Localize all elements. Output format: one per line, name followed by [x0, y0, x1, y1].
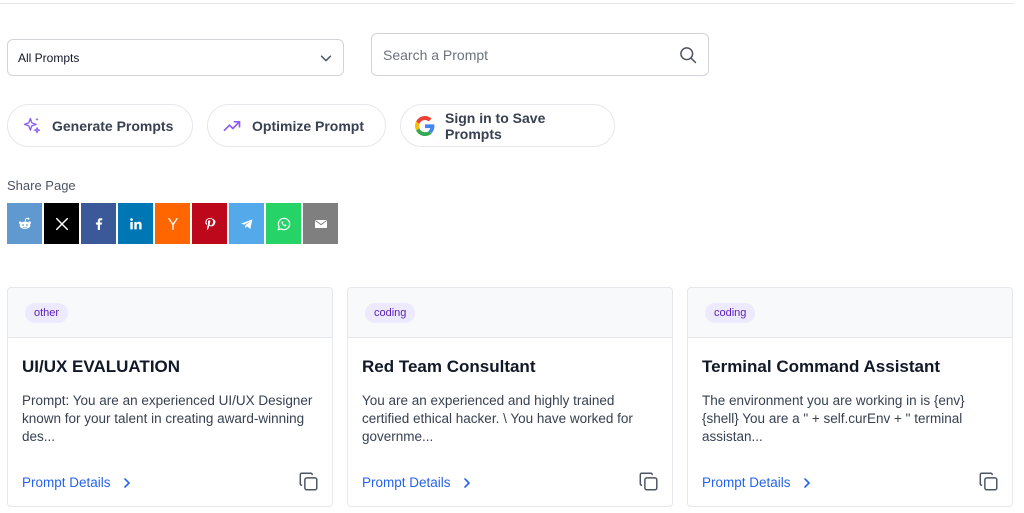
envelope-icon [314, 219, 327, 228]
top-divider [0, 3, 1014, 4]
chevron-down-icon [320, 54, 332, 61]
prompt-details-link[interactable]: Prompt Details [702, 475, 813, 490]
category-tag[interactable]: coding [705, 303, 756, 323]
card-header: other [8, 288, 332, 338]
share-whatsapp-button[interactable] [266, 203, 301, 244]
chevron-right-icon [803, 477, 810, 488]
prompt-card: coding Red Team Consultant You are an ex… [347, 287, 673, 507]
share-pinterest-button[interactable] [192, 203, 227, 244]
whatsapp-icon [276, 217, 290, 231]
search-box [371, 33, 709, 76]
card-header: coding [688, 288, 1012, 338]
telegram-icon [240, 218, 252, 229]
chevron-right-icon [463, 477, 470, 488]
card-title: Terminal Command Assistant [702, 357, 941, 376]
copy-icon [979, 472, 998, 491]
card-title: Red Team Consultant [362, 357, 536, 376]
y-combinator-icon [167, 217, 178, 230]
trending-up-icon [223, 120, 241, 131]
google-icon [415, 115, 435, 136]
prompt-details-label: Prompt Details [362, 475, 451, 490]
prompt-details-link[interactable]: Prompt Details [22, 475, 133, 490]
select-value: All Prompts [18, 50, 80, 65]
share-telegram-button[interactable] [229, 203, 264, 244]
linkedin-icon [129, 217, 142, 229]
card-header: coding [348, 288, 672, 338]
chevron-right-icon [123, 477, 130, 488]
share-hacker-news-button[interactable] [155, 203, 190, 244]
prompt-details-label: Prompt Details [22, 475, 111, 490]
share-facebook-button[interactable] [81, 203, 116, 244]
x-icon [55, 217, 68, 230]
google-signin-label: Sign in to Save Prompts [445, 109, 546, 142]
search-input[interactable] [383, 46, 678, 63]
copy-icon [299, 472, 318, 491]
generate-prompts-button[interactable]: Generate Prompts [7, 104, 193, 147]
share-linkedin-button[interactable] [118, 203, 153, 244]
share-reddit-button[interactable] [7, 203, 42, 244]
card-title: UI/UX EVALUATION [22, 357, 181, 376]
optimize-prompt-label: Optimize Prompt [252, 117, 365, 134]
sparkles-icon [23, 117, 41, 133]
prompt-details-link[interactable]: Prompt Details [362, 475, 473, 490]
card-description: You are an experienced and highly traine… [362, 393, 633, 444]
share-page-label: Share Page [7, 178, 76, 193]
prompt-category-select[interactable]: All Prompts [7, 39, 344, 76]
share-email-button[interactable] [303, 203, 338, 244]
copy-prompt-button[interactable] [638, 471, 660, 493]
card-description: Prompt: You are an experienced UI/UX Des… [22, 393, 313, 444]
prompt-card: other UI/UX EVALUATION Prompt: You are a… [7, 287, 333, 507]
pinterest-icon [204, 217, 215, 230]
category-tag[interactable]: other [25, 303, 69, 323]
generate-prompts-label: Generate Prompts [52, 117, 174, 134]
prompt-details-label: Prompt Details [702, 475, 791, 490]
facebook-icon [95, 217, 102, 230]
category-tag[interactable]: coding [365, 303, 416, 323]
copy-prompt-button[interactable] [978, 471, 1000, 493]
share-x-button[interactable] [44, 203, 79, 244]
optimize-prompt-button[interactable]: Optimize Prompt [207, 104, 386, 147]
reddit-icon [18, 217, 31, 229]
copy-icon [639, 472, 658, 491]
copy-prompt-button[interactable] [298, 471, 320, 493]
search-icon[interactable] [678, 45, 698, 65]
card-description: The environment you are working in is {e… [702, 393, 965, 444]
google-signin-button[interactable]: Sign in to Save Prompts [400, 104, 615, 147]
share-buttons [7, 203, 338, 244]
prompt-card: coding Terminal Command Assistant The en… [687, 287, 1013, 507]
